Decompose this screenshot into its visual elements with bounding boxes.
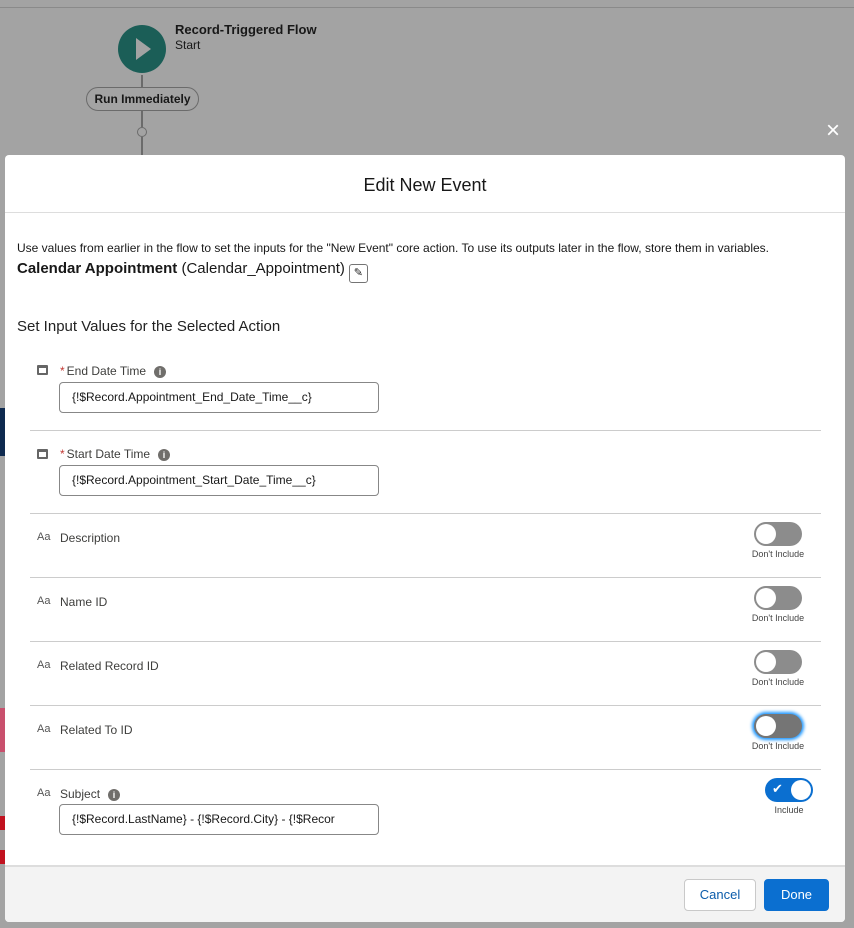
field-label: Name ID xyxy=(60,595,108,609)
field-related-to-id: Aa Related To ID Don't Include xyxy=(30,706,821,770)
connector xyxy=(141,111,143,127)
edit-pencil-icon[interactable]: ✎ xyxy=(348,264,368,283)
edit-new-event-modal: Edit New Event Use values from earlier i… xyxy=(5,155,845,922)
field-label: * Start Date Time i xyxy=(60,447,171,461)
field-description: Aa Description Don't Include xyxy=(30,514,821,578)
name-id-toggle[interactable] xyxy=(754,586,802,610)
flow-title: Record-Triggered Flow xyxy=(175,22,317,37)
check-icon: ✔ xyxy=(772,781,783,796)
info-icon[interactable]: i xyxy=(158,449,171,461)
section-title: Set Input Values for the Selected Action xyxy=(17,318,281,335)
toggle-knob xyxy=(756,652,776,672)
toggle-knob xyxy=(756,716,776,736)
modal-footer: Cancel Done xyxy=(5,865,845,922)
toggle-label: Don't Include xyxy=(751,741,805,751)
action-api-name: (Calendar_Appointment) xyxy=(181,260,345,277)
cancel-button[interactable]: Cancel xyxy=(684,879,756,911)
run-immediately-pill[interactable]: Run Immediately xyxy=(86,87,199,111)
field-label: Related Record ID xyxy=(60,659,159,673)
text-icon: Aa xyxy=(37,595,51,607)
info-icon[interactable]: i xyxy=(154,366,167,378)
field-start-date-time: * Start Date Time i {!$Record.Appointment_… xyxy=(30,431,821,514)
field-name-id: Aa Name ID Don't Include xyxy=(30,578,821,642)
play-icon[interactable] xyxy=(118,25,166,73)
subject-input[interactable]: {!$Record.LastName} - {!$Record.City} - … xyxy=(59,804,379,835)
action-label: Calendar Appointment xyxy=(17,260,178,277)
related-record-id-toggle[interactable] xyxy=(754,650,802,674)
connector xyxy=(141,137,143,155)
field-end-date-time: * End Date Time i {!$Record.Appointment_En… xyxy=(30,347,821,431)
toggle-label: Include xyxy=(774,805,804,815)
field-label: Subject i xyxy=(60,787,121,801)
required-marker: * xyxy=(60,447,65,461)
field-label: * End Date Time i xyxy=(60,364,167,378)
toggle-knob xyxy=(756,524,776,544)
start-date-time-input[interactable]: {!$Record.Appointment_Start_Date_Time__c… xyxy=(59,465,379,496)
intro-text: Use values from earlier in the flow to s… xyxy=(17,241,769,255)
text-icon: Aa xyxy=(37,659,51,671)
subject-toggle[interactable]: ✔ xyxy=(765,778,813,802)
toggle-label: Don't Include xyxy=(751,549,805,559)
canvas-top-border xyxy=(0,7,854,8)
text-icon: Aa xyxy=(37,531,51,543)
calendar-icon xyxy=(37,449,48,459)
field-related-record-id: Aa Related Record ID Don't Include xyxy=(30,642,821,706)
field-label: Description xyxy=(60,531,121,545)
toggle-label: Don't Include xyxy=(751,677,805,687)
label-text: End Date Time xyxy=(66,364,147,378)
description-toggle[interactable] xyxy=(754,522,802,546)
text-icon: Aa xyxy=(37,723,51,735)
field-label: Related To ID xyxy=(60,723,133,737)
action-title: Calendar Appointment (Calendar_Appointme… xyxy=(17,260,368,283)
modal-title: Edit New Event xyxy=(5,155,845,213)
flow-subtitle: Start xyxy=(175,38,201,52)
required-marker: * xyxy=(60,364,65,378)
label-text: Subject xyxy=(60,787,101,801)
toggle-knob xyxy=(756,588,776,608)
toggle-label: Don't Include xyxy=(751,613,805,623)
calendar-icon xyxy=(37,365,48,375)
end-date-time-input[interactable]: {!$Record.Appointment_End_Date_Time__c} xyxy=(59,382,379,413)
related-to-id-toggle[interactable] xyxy=(754,714,802,738)
text-icon: Aa xyxy=(37,787,51,799)
label-text: Start Date Time xyxy=(66,447,151,461)
done-button[interactable]: Done xyxy=(764,879,829,911)
add-node[interactable] xyxy=(137,127,147,137)
close-icon[interactable]: × xyxy=(826,119,840,143)
field-subject: Aa Subject i ✔ Include {!$Record.LastName… xyxy=(30,770,821,850)
connector xyxy=(141,75,143,87)
info-icon[interactable]: i xyxy=(108,789,121,801)
toggle-knob xyxy=(791,780,811,800)
